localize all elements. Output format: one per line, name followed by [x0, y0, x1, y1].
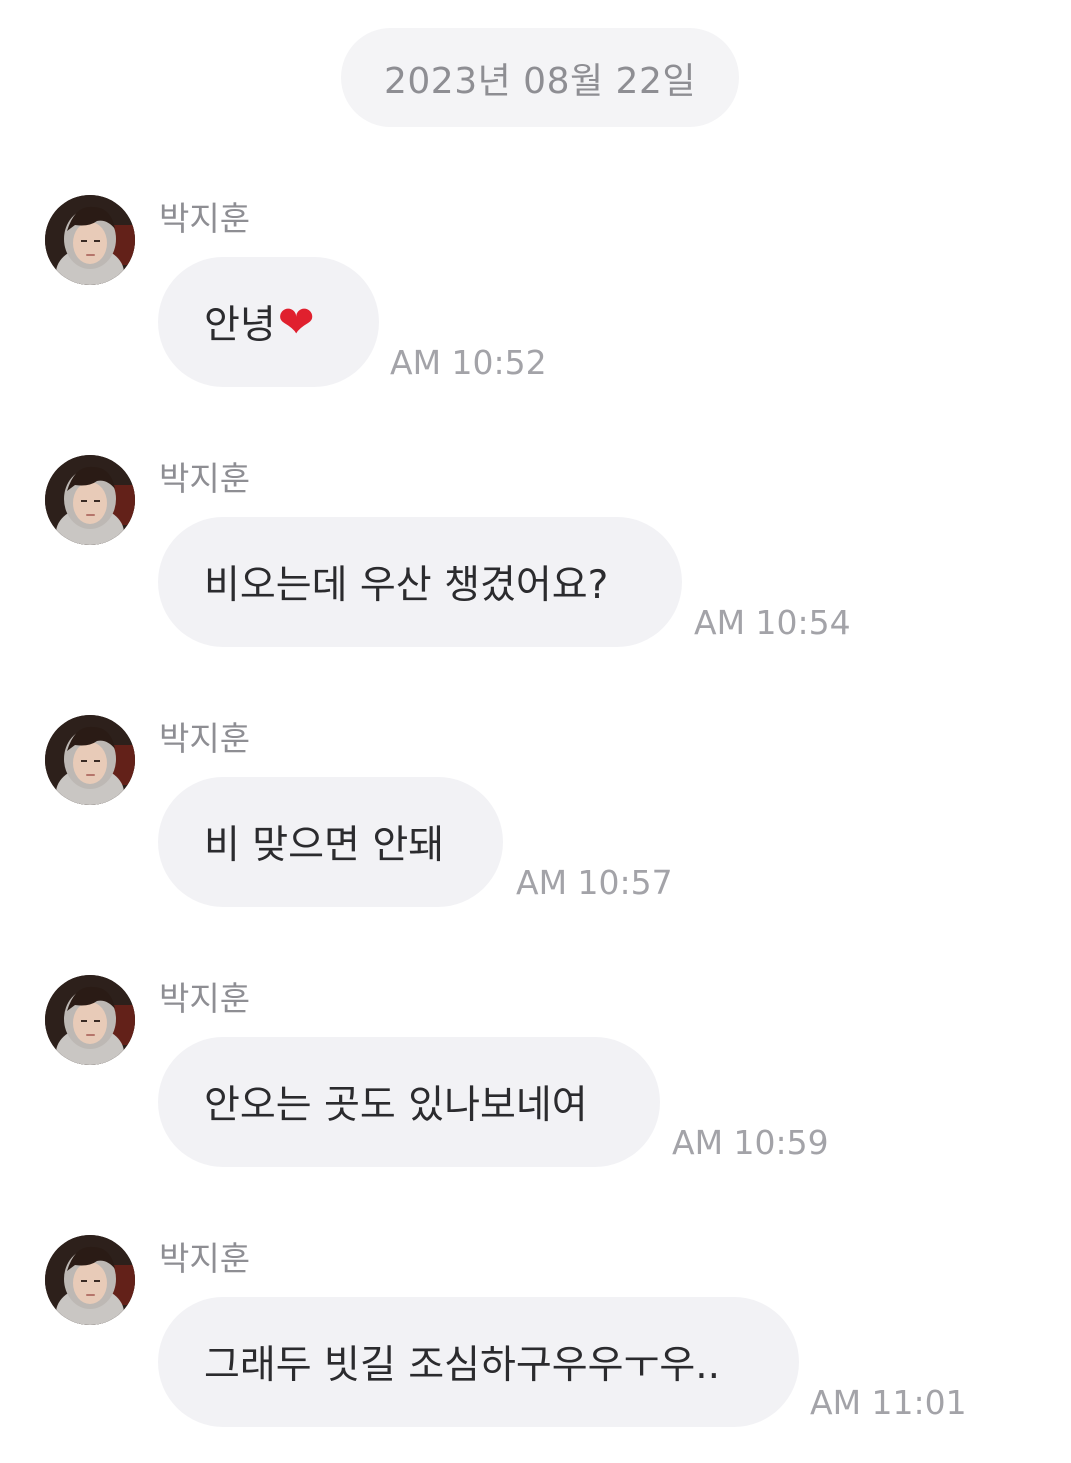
sender-name: 박지훈 [159, 719, 251, 758]
message-item: 박지훈 비 맞으면 안돼 AM 10:57 [0, 715, 1071, 915]
avatar[interactable] [45, 1235, 135, 1325]
message-text: 안녕 [204, 303, 276, 348]
message-text: 그래두 빗길 조심하구우우ㅜ우.. [204, 1343, 721, 1388]
message-time: AM 10:54 [694, 603, 851, 642]
message-bubble[interactable]: 그래두 빗길 조심하구우우ㅜ우.. [158, 1297, 799, 1427]
sender-name: 박지훈 [159, 459, 251, 498]
avatar[interactable] [45, 975, 135, 1065]
sender-name: 박지훈 [159, 199, 251, 238]
message-time: AM 11:01 [810, 1383, 967, 1422]
message-item: 박지훈 안녕 ❤ AM 10:52 [0, 195, 1071, 395]
message-text: 비오는데 우산 챙겼어요? [204, 563, 609, 608]
sender-name: 박지훈 [159, 979, 251, 1018]
sender-name: 박지훈 [159, 1239, 251, 1278]
message-time: AM 10:59 [672, 1123, 829, 1162]
message-bubble[interactable]: 비 맞으면 안돼 [158, 777, 503, 907]
message-text: 비 맞으면 안돼 [204, 823, 445, 868]
message-time: AM 10:57 [516, 863, 673, 902]
message-item: 박지훈 비오는데 우산 챙겼어요? AM 10:54 [0, 455, 1071, 655]
message-text: 안오는 곳도 있나보네여 [204, 1083, 588, 1128]
avatar[interactable] [45, 455, 135, 545]
avatar[interactable] [45, 195, 135, 285]
avatar[interactable] [45, 715, 135, 805]
message-bubble[interactable]: 안오는 곳도 있나보네여 [158, 1037, 660, 1167]
message-item: 박지훈 안오는 곳도 있나보네여 AM 10:59 [0, 975, 1071, 1175]
message-item: 박지훈 그래두 빗길 조심하구우우ㅜ우.. AM 11:01 [0, 1235, 1071, 1435]
message-bubble[interactable]: 비오는데 우산 챙겼어요? [158, 517, 682, 647]
message-bubble[interactable]: 안녕 ❤ [158, 257, 379, 387]
date-separator: 2023년 08월 22일 [341, 28, 739, 127]
message-time: AM 10:52 [390, 343, 547, 382]
heart-emoji-icon: ❤ [277, 296, 315, 348]
